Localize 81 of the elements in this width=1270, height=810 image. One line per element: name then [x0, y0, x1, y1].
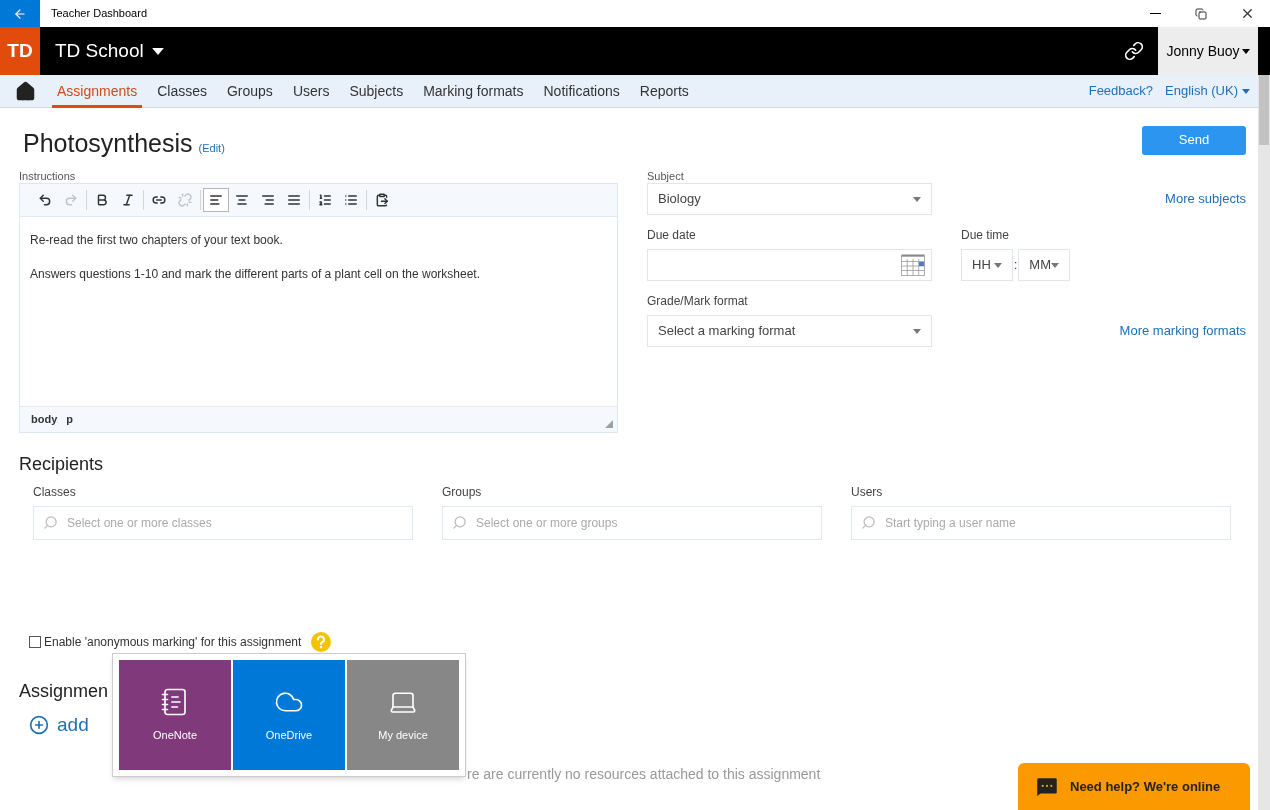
- assignment-title: Photosynthesis: [23, 128, 193, 160]
- align-center-icon: [235, 193, 249, 207]
- field-label: Groups: [442, 484, 483, 500]
- nav-tab[interactable]: Users: [287, 74, 335, 108]
- nav-tab[interactable]: Groups: [221, 74, 278, 108]
- source-tile[interactable]: My device: [347, 660, 459, 770]
- field-label: Due date: [647, 227, 697, 243]
- nav-tab[interactable]: Marking formats: [418, 74, 529, 108]
- checkbox-label: Enable 'anonymous marking' for this assignment: [44, 634, 302, 651]
- recipient-search-field[interactable]: Start typing a user name: [851, 506, 1231, 540]
- nav-tab[interactable]: Reports: [634, 74, 694, 108]
- scrollbar[interactable]: [1258, 75, 1270, 810]
- language-dropdown[interactable]: English (UK): [1165, 81, 1250, 101]
- bullet-list-icon: [344, 193, 358, 207]
- field-label: Instructions: [19, 170, 77, 183]
- align-left-button[interactable]: [203, 188, 229, 212]
- source-tile[interactable]: OneNote: [119, 660, 231, 770]
- home-icon[interactable]: [15, 80, 36, 102]
- nav-tab[interactable]: Assignments: [52, 74, 143, 108]
- caret-icon: [1241, 48, 1250, 54]
- hour-select[interactable]: HH: [961, 249, 1013, 281]
- user-menu[interactable]: Jonny Buoy: [1158, 27, 1258, 75]
- search-icon: [861, 515, 876, 530]
- recipient-search-field[interactable]: Select one or more groups: [442, 506, 822, 540]
- field-label: Due time: [961, 227, 1011, 243]
- caret-icon: [1051, 262, 1060, 268]
- nav-tab[interactable]: Subjects: [344, 74, 409, 108]
- time-separator: :: [1013, 257, 1019, 274]
- numbered-list-icon: [318, 193, 332, 207]
- caret-icon: [1242, 88, 1250, 94]
- field-label: Subject: [647, 170, 685, 183]
- field-label: Grade/Mark format: [647, 293, 749, 309]
- feedback-link[interactable]: Feedback?: [1088, 81, 1154, 101]
- field-label: Users: [851, 484, 884, 500]
- more-marking-formats-link[interactable]: More marking formats: [1119, 321, 1246, 341]
- live-chat-button[interactable]: Need help? We're online: [1018, 763, 1250, 810]
- marking-format-select[interactable]: Select a marking format: [647, 315, 932, 347]
- calendar-icon[interactable]: [901, 254, 925, 276]
- instruction-paragraph: Answers questions 1-10 and mark the different parts of a plant cell on the worksheet.: [30, 266, 482, 283]
- section-heading: Recipients: [19, 453, 105, 476]
- plus-icon: [29, 715, 49, 736]
- element-path[interactable]: body: [31, 411, 58, 428]
- caret-icon: [913, 328, 921, 334]
- caret-icon: [994, 262, 1002, 268]
- source-tile[interactable]: OneDrive: [233, 660, 345, 770]
- paste-icon: [375, 193, 389, 207]
- align-right-icon: [261, 193, 275, 207]
- field-label: Classes: [33, 484, 77, 500]
- search-icon: [43, 515, 58, 530]
- element-path[interactable]: p: [66, 411, 73, 428]
- undo-icon: [38, 193, 52, 207]
- caret-icon: [913, 196, 921, 202]
- subject-select[interactable]: Biology: [647, 183, 932, 215]
- checkbox[interactable]: [29, 636, 41, 648]
- italic-icon: [121, 193, 135, 207]
- minute-select[interactable]: MM: [1018, 249, 1071, 281]
- add-button[interactable]: add: [29, 711, 89, 740]
- caret-icon: [151, 47, 164, 55]
- unlink-icon: [178, 193, 192, 207]
- nav-tab[interactable]: Classes: [152, 74, 212, 108]
- recipient-search-field[interactable]: Select one or more classes: [33, 506, 413, 540]
- window-title: Teacher Dashboard: [51, 6, 147, 22]
- school-dropdown[interactable]: TD School: [55, 36, 164, 66]
- edit-link[interactable]: (Edit): [198, 139, 225, 157]
- section-heading: Assignmen: [19, 680, 109, 703]
- justify-icon: [287, 193, 301, 207]
- link-icon[interactable]: [1124, 41, 1144, 61]
- due-date-field[interactable]: [647, 249, 932, 281]
- nav-tab[interactable]: Notifications: [538, 74, 625, 108]
- instruction-paragraph: Re-read the first two chapters of your text book.: [30, 232, 284, 249]
- bold-icon: [95, 193, 109, 207]
- app-logo: TD: [0, 27, 40, 75]
- resize-handle-icon[interactable]: [605, 420, 613, 428]
- align-left-icon: [209, 193, 223, 207]
- more-subjects-link[interactable]: More subjects: [1165, 189, 1246, 209]
- empty-message: re are currently no resources attached to this assignment: [467, 765, 821, 784]
- minimize-icon: [1149, 13, 1161, 14]
- redo-icon: [64, 193, 78, 207]
- restore-icon: [1195, 7, 1207, 20]
- link-icon: [152, 193, 166, 207]
- search-icon: [452, 515, 467, 530]
